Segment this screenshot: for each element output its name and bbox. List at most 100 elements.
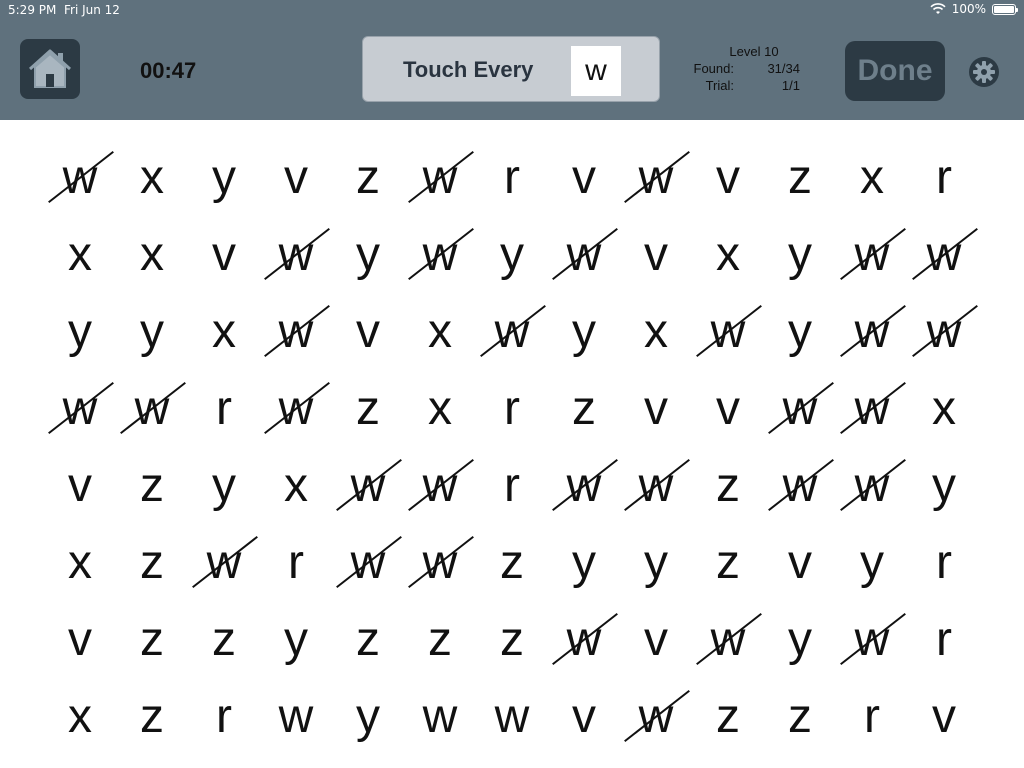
letter-cell-marked[interactable]: w — [116, 376, 188, 442]
letter-cell-marked[interactable]: w — [620, 453, 692, 519]
letter-cell-marked[interactable]: w — [620, 145, 692, 211]
letter-cell[interactable]: z — [116, 684, 188, 750]
letter-cell[interactable]: z — [476, 530, 548, 596]
letter-cell[interactable]: y — [764, 607, 836, 673]
letter-cell[interactable]: v — [620, 222, 692, 288]
letter-cell-marked[interactable]: w — [332, 530, 404, 596]
letter-cell-marked[interactable]: w — [476, 299, 548, 365]
letter-cell[interactable]: v — [548, 145, 620, 211]
letter-cell[interactable]: x — [44, 530, 116, 596]
letter-cell[interactable]: r — [188, 684, 260, 750]
letter-cell-marked[interactable]: w — [260, 376, 332, 442]
letter-cell[interactable]: z — [332, 607, 404, 673]
letter-cell-marked[interactable]: w — [836, 376, 908, 442]
letter-cell-marked[interactable]: w — [836, 607, 908, 673]
letter-cell[interactable]: x — [260, 453, 332, 519]
letter-cell[interactable]: x — [116, 145, 188, 211]
letter-cell[interactable]: r — [836, 684, 908, 750]
letter-cell[interactable]: y — [188, 145, 260, 211]
letter-cell[interactable]: z — [764, 684, 836, 750]
letter-cell[interactable]: r — [476, 145, 548, 211]
letter-cell[interactable]: y — [620, 530, 692, 596]
letter-cell[interactable]: y — [116, 299, 188, 365]
letter-cell[interactable]: w — [404, 684, 476, 750]
letter-cell[interactable]: v — [620, 607, 692, 673]
letter-cell-marked[interactable]: w — [260, 299, 332, 365]
letter-cell[interactable]: z — [764, 145, 836, 211]
letter-cell[interactable]: v — [44, 607, 116, 673]
letter-cell[interactable]: y — [44, 299, 116, 365]
letter-cell[interactable]: z — [692, 530, 764, 596]
letter-cell-marked[interactable]: w — [692, 299, 764, 365]
letter-cell[interactable]: r — [908, 607, 980, 673]
letter-cell[interactable]: x — [404, 299, 476, 365]
letter-cell-marked[interactable]: w — [260, 222, 332, 288]
letter-cell[interactable]: v — [332, 299, 404, 365]
letter-cell[interactable]: z — [116, 607, 188, 673]
letter-cell-marked[interactable]: w — [764, 453, 836, 519]
letter-cell-marked[interactable]: w — [404, 222, 476, 288]
letter-cell-marked[interactable]: w — [44, 145, 116, 211]
letter-cell[interactable]: v — [620, 376, 692, 442]
letter-cell[interactable]: w — [476, 684, 548, 750]
letter-cell-marked[interactable]: w — [764, 376, 836, 442]
letter-cell-marked[interactable]: w — [404, 530, 476, 596]
letter-cell[interactable]: x — [116, 222, 188, 288]
letter-cell[interactable]: r — [908, 530, 980, 596]
letter-cell-marked[interactable]: w — [548, 453, 620, 519]
letter-cell-marked[interactable]: w — [908, 299, 980, 365]
letter-cell[interactable]: y — [764, 299, 836, 365]
letter-cell[interactable]: x — [836, 145, 908, 211]
letter-cell[interactable]: r — [476, 376, 548, 442]
letter-cell[interactable]: v — [44, 453, 116, 519]
letter-cell-marked[interactable]: w — [620, 684, 692, 750]
letter-cell[interactable]: y — [476, 222, 548, 288]
letter-cell[interactable]: v — [692, 376, 764, 442]
home-button[interactable] — [20, 39, 80, 99]
letter-cell[interactable]: v — [548, 684, 620, 750]
letter-cell[interactable]: x — [908, 376, 980, 442]
letter-cell[interactable]: w — [260, 684, 332, 750]
letter-cell[interactable]: y — [332, 222, 404, 288]
letter-cell[interactable]: v — [764, 530, 836, 596]
letter-cell[interactable]: z — [332, 376, 404, 442]
letter-cell-marked[interactable]: w — [836, 299, 908, 365]
letter-cell[interactable]: y — [188, 453, 260, 519]
letter-cell[interactable]: v — [692, 145, 764, 211]
letter-cell[interactable]: v — [260, 145, 332, 211]
letter-cell[interactable]: r — [908, 145, 980, 211]
letter-cell-marked[interactable]: w — [188, 530, 260, 596]
letter-cell[interactable]: z — [548, 376, 620, 442]
letter-cell-marked[interactable]: w — [692, 607, 764, 673]
letter-cell[interactable]: z — [692, 453, 764, 519]
letter-cell[interactable]: z — [404, 607, 476, 673]
letter-cell[interactable]: y — [548, 530, 620, 596]
letter-cell[interactable]: y — [836, 530, 908, 596]
letter-cell[interactable]: z — [116, 453, 188, 519]
letter-cell[interactable]: x — [620, 299, 692, 365]
done-button[interactable]: Done — [845, 41, 945, 101]
letter-cell[interactable]: x — [44, 222, 116, 288]
letter-cell[interactable]: y — [332, 684, 404, 750]
letter-cell-marked[interactable]: w — [548, 222, 620, 288]
letter-cell-marked[interactable]: w — [404, 453, 476, 519]
gear-icon[interactable] — [968, 56, 1000, 88]
letter-cell[interactable]: z — [476, 607, 548, 673]
letter-cell[interactable]: y — [260, 607, 332, 673]
letter-cell[interactable]: v — [908, 684, 980, 750]
letter-cell-marked[interactable]: w — [908, 222, 980, 288]
letter-cell[interactable]: z — [332, 145, 404, 211]
letter-cell[interactable]: x — [404, 376, 476, 442]
letter-cell-marked[interactable]: w — [836, 453, 908, 519]
letter-cell[interactable]: y — [548, 299, 620, 365]
letter-cell[interactable]: x — [692, 222, 764, 288]
letter-cell[interactable]: r — [476, 453, 548, 519]
letter-cell[interactable]: x — [44, 684, 116, 750]
letter-cell[interactable]: z — [188, 607, 260, 673]
letter-cell-marked[interactable]: w — [44, 376, 116, 442]
letter-cell[interactable]: z — [692, 684, 764, 750]
letter-cell[interactable]: r — [260, 530, 332, 596]
letter-cell-marked[interactable]: w — [548, 607, 620, 673]
letter-cell[interactable]: y — [908, 453, 980, 519]
letter-cell-marked[interactable]: w — [836, 222, 908, 288]
